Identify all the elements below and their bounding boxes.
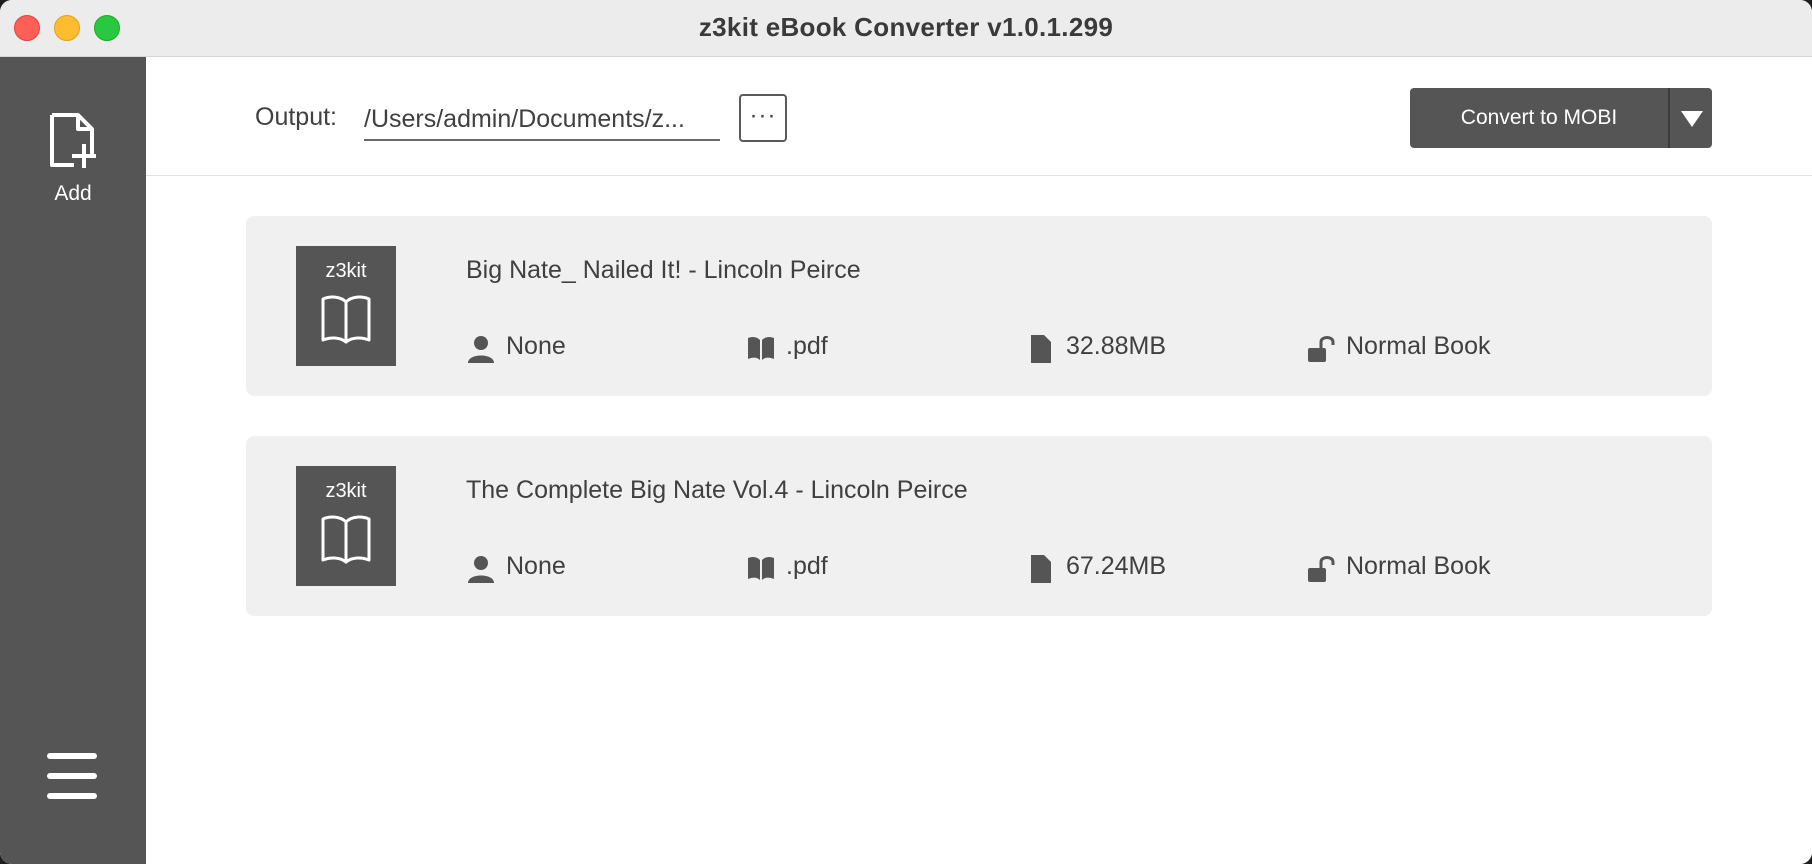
book-title: Big Nate_ Nailed It! - Lincoln Peirce: [466, 256, 861, 284]
cover-brand-text: z3kit: [325, 260, 367, 282]
book-cover: z3kit: [296, 246, 396, 366]
user-icon: [468, 336, 494, 363]
triangle-down-icon: [1681, 111, 1703, 127]
size-text: 67.24MB: [1066, 552, 1167, 580]
book-cover: z3kit: [296, 466, 396, 586]
format-text: .pdf: [786, 552, 828, 580]
cover-brand-text: z3kit: [325, 480, 367, 502]
author-text: None: [506, 552, 566, 580]
add-label: Add: [54, 182, 92, 205]
output-label: Output:: [255, 103, 337, 131]
book-icon: [748, 556, 774, 580]
book-title: The Complete Big Nate Vol.4 - Lincoln Pe…: [466, 476, 968, 504]
hamburger-menu-icon[interactable]: [47, 753, 97, 803]
unlock-icon: [1308, 556, 1335, 582]
book-item[interactable]: z3kit Big Nate_ Nailed It! - Lincoln Pei…: [246, 216, 1712, 396]
format-text: .pdf: [786, 332, 828, 360]
file-icon: [1031, 555, 1051, 583]
open-book-icon: [321, 515, 371, 564]
status-text: Normal Book: [1346, 332, 1491, 360]
add-file-icon: [50, 113, 96, 168]
add-button[interactable]: Add: [0, 112, 146, 212]
main-panel: Output: /Users/admin/Documents/z... ··· …: [146, 57, 1812, 864]
convert-format-dropdown[interactable]: [1670, 88, 1712, 148]
sidebar: Add: [0, 57, 146, 864]
author-text: None: [506, 332, 566, 360]
unlock-icon: [1308, 336, 1335, 362]
title-bar: z3kit eBook Converter v1.0.1.299: [0, 0, 1812, 57]
convert-button-group: Convert to MOBI: [1410, 88, 1712, 148]
size-text: 32.88MB: [1066, 332, 1167, 360]
file-icon: [1031, 335, 1051, 363]
app-window: z3kit eBook Converter v1.0.1.299 Add Out…: [0, 0, 1812, 864]
open-book-icon: [321, 295, 371, 344]
convert-button[interactable]: Convert to MOBI: [1410, 88, 1668, 148]
browse-output-button[interactable]: ···: [739, 94, 787, 142]
output-path-field[interactable]: /Users/admin/Documents/z...: [364, 103, 720, 141]
book-icon: [748, 336, 774, 360]
ellipsis-icon: ···: [749, 102, 777, 129]
window-title: z3kit eBook Converter v1.0.1.299: [698, 12, 1114, 42]
toolbar: Output: /Users/admin/Documents/z... ··· …: [146, 57, 1812, 176]
user-icon: [468, 556, 494, 583]
status-text: Normal Book: [1346, 552, 1491, 580]
book-item[interactable]: z3kit The Complete Big Nate Vol.4 - Linc…: [246, 436, 1712, 616]
